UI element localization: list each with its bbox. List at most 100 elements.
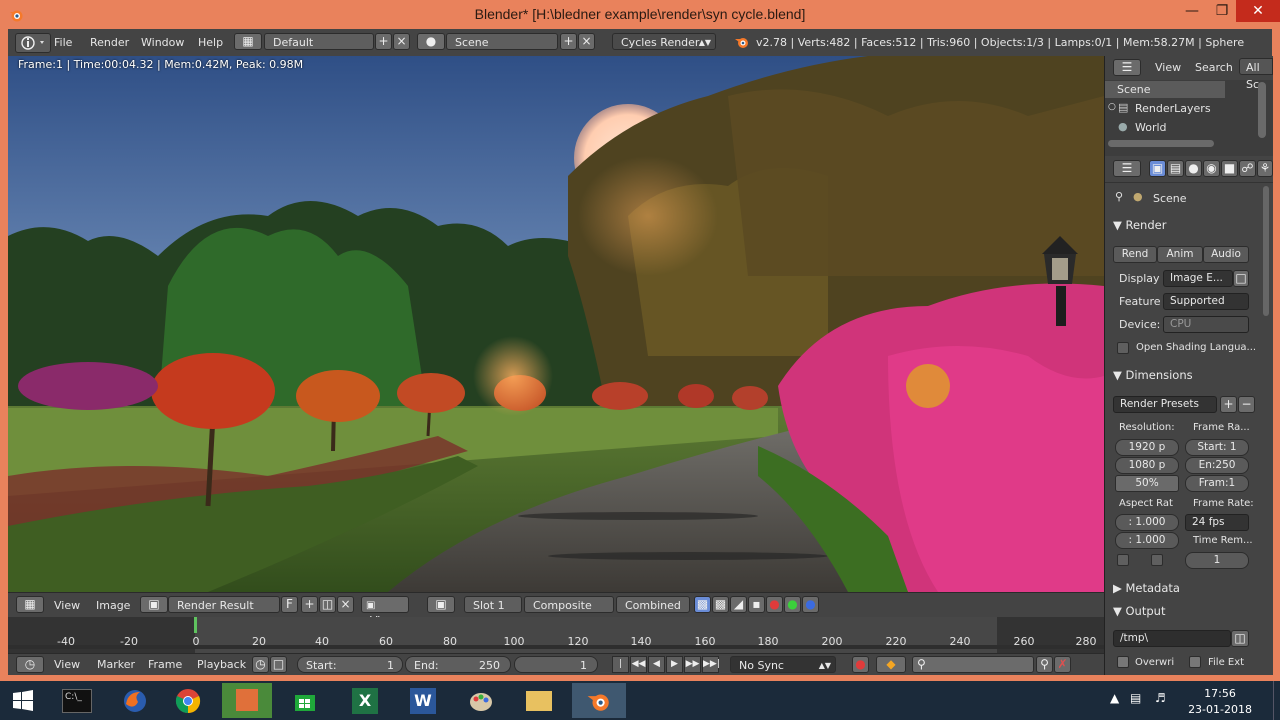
jump-start-icon[interactable]: |◀◀ [612, 656, 629, 684]
menu-view[interactable]: View [54, 658, 80, 671]
remove-scene-button[interactable]: × [578, 33, 595, 50]
maximize-button[interactable]: ❐ [1207, 0, 1237, 22]
render-result-view[interactable]: Frame:1 | Time:00:04.32 | Mem:0.42M, Pea… [8, 56, 1104, 592]
fake-user-button[interactable]: F [281, 596, 298, 613]
network-icon[interactable]: ▤ [1130, 691, 1141, 705]
menu-marker[interactable]: Marker [97, 658, 135, 671]
device-dropdown[interactable]: CPU [1163, 316, 1249, 333]
jump-keyframe-forward-icon[interactable]: ▶▶ [684, 656, 701, 673]
crop-checkbox[interactable] [1151, 554, 1163, 566]
taskbar-word[interactable]: W [398, 683, 448, 718]
close-button[interactable]: ✕ [1236, 0, 1280, 22]
render-panel-header[interactable]: ▼ Render [1113, 218, 1166, 232]
render-image-button[interactable]: Rend [1113, 246, 1157, 263]
frame-rate-dropdown[interactable]: 24 fps [1185, 514, 1249, 531]
current-frame-field[interactable]: 1 [514, 656, 598, 673]
minimize-button[interactable]: — [1177, 0, 1207, 22]
timeline-playhead[interactable] [194, 617, 197, 633]
remove-preset-button[interactable]: − [1238, 396, 1255, 413]
screen-layout-field[interactable]: Default [264, 33, 374, 50]
taskbar-store[interactable] [280, 683, 330, 718]
record-icon[interactable]: ● [852, 656, 869, 673]
object-tab-icon[interactable]: ■ [1221, 160, 1238, 177]
menu-window[interactable]: Window [141, 36, 184, 49]
outliner-item-scene[interactable]: Scene [1117, 83, 1151, 96]
folder-icon[interactable]: ◫ [1231, 630, 1249, 647]
menu-search[interactable]: Search [1195, 61, 1233, 74]
frame-step-field[interactable]: Fram:1 [1185, 475, 1249, 492]
end-frame-field[interactable]: End: 250 [405, 656, 511, 673]
preview-range-icon[interactable]: ◷ [252, 656, 269, 673]
dimensions-panel-header[interactable]: ▼ Dimensions [1113, 368, 1193, 382]
active-keying-set-field[interactable]: ⚲ [912, 656, 1034, 673]
lock-icon[interactable]: □ [270, 656, 287, 673]
slot-dropdown[interactable]: Slot 1 [464, 596, 522, 613]
lock-interface-icon[interactable]: □ [1233, 270, 1249, 287]
start-frame-field[interactable]: Start: 1 [297, 656, 403, 673]
add-scene-button[interactable]: + [560, 33, 577, 50]
outliner-item-world[interactable]: World [1135, 121, 1167, 134]
jump-keyframe-back-icon[interactable]: ◀◀ [630, 656, 647, 673]
green-channel-icon[interactable]: ● [784, 596, 801, 613]
menu-file[interactable]: File [54, 36, 72, 49]
menu-view[interactable]: View [54, 599, 80, 612]
osl-checkbox[interactable] [1117, 342, 1129, 354]
scene-tab-icon[interactable]: ● [1185, 160, 1202, 177]
keying-set-icon[interactable]: ◆ [876, 656, 906, 673]
render-tab-icon[interactable]: ▣ [1149, 160, 1166, 177]
render-layer-dropdown[interactable]: Composite [524, 596, 614, 613]
draw-alpha-only-icon[interactable]: ◢ [730, 596, 747, 613]
draw-z-icon[interactable]: ▪ [748, 596, 765, 613]
menu-render[interactable]: Render [90, 36, 129, 49]
tray-expand-icon[interactable]: ▲ [1110, 691, 1119, 705]
pivot-icon[interactable]: ▣ [427, 596, 455, 613]
menu-image[interactable]: Image [96, 599, 130, 612]
view-mode-dropdown[interactable]: ▣ View [361, 596, 409, 627]
taskbar-paint[interactable] [456, 683, 506, 718]
display-dropdown[interactable]: Image E... [1163, 270, 1233, 287]
properties-scrollbar[interactable] [1263, 186, 1269, 316]
taskbar-blender[interactable] [572, 683, 626, 718]
feature-set-dropdown[interactable]: Supported [1163, 293, 1249, 310]
editor-type-button[interactable] [15, 33, 51, 53]
aspect-y-field[interactable]: : 1.000 [1115, 532, 1179, 549]
modifiers-tab-icon[interactable]: ⚘ [1257, 160, 1273, 177]
time-remap-field[interactable]: 1 [1185, 552, 1249, 569]
remove-layout-button[interactable]: × [393, 33, 410, 50]
pin-icon[interactable]: ⚲ [1115, 190, 1123, 203]
display-mode-dropdown[interactable]: All Sc [1239, 58, 1273, 91]
expand-icon[interactable]: ○ [1108, 102, 1116, 112]
play-reverse-icon[interactable]: ◀ [648, 656, 665, 673]
world-tab-icon[interactable]: ◉ [1203, 160, 1220, 177]
show-desktop-button[interactable] [1273, 681, 1280, 720]
insert-keyframe-icon[interactable]: ⚲ [1036, 656, 1053, 673]
render-presets-dropdown[interactable]: Render Presets [1113, 396, 1217, 413]
editor-type-button[interactable]: ◷ [16, 656, 44, 673]
browse-image-icon[interactable]: ▣ [140, 596, 168, 613]
output-panel-header[interactable]: ▼ Output [1113, 604, 1165, 618]
add-preset-button[interactable]: + [1220, 396, 1237, 413]
open-image-icon[interactable]: ◫ [319, 596, 336, 613]
border-checkbox[interactable] [1117, 554, 1129, 566]
outliner-vscrollbar[interactable] [1258, 82, 1266, 138]
output-path-field[interactable]: /tmp\ [1113, 630, 1231, 647]
taskbar-explorer[interactable] [514, 683, 564, 718]
editor-type-button[interactable]: ☰ [1113, 59, 1141, 76]
outliner-scrollbar[interactable] [1108, 140, 1214, 147]
blue-channel-icon[interactable]: ● [802, 596, 819, 613]
new-image-button[interactable]: + [301, 596, 318, 613]
sync-mode-dropdown[interactable]: No Sync ▲▼ [730, 656, 836, 673]
image-name-field[interactable]: Render Result [168, 596, 280, 613]
draw-alpha-icon[interactable]: ▩ [694, 596, 711, 613]
taskbar-firefox[interactable] [110, 683, 160, 718]
resolution-y-field[interactable]: 1080 p [1115, 457, 1179, 474]
menu-view[interactable]: View [1155, 61, 1181, 74]
render-animation-button[interactable]: Anim [1157, 246, 1203, 263]
frame-start-field[interactable]: Start: 1 [1185, 439, 1249, 456]
delete-keyframe-icon[interactable]: ✗ [1054, 656, 1071, 673]
volume-icon[interactable]: ♬ [1155, 691, 1166, 705]
aspect-x-field[interactable]: : 1.000 [1115, 514, 1179, 531]
menu-frame[interactable]: Frame [148, 658, 182, 671]
play-icon[interactable]: ▶ [666, 656, 683, 673]
overwrite-checkbox[interactable] [1117, 656, 1129, 668]
